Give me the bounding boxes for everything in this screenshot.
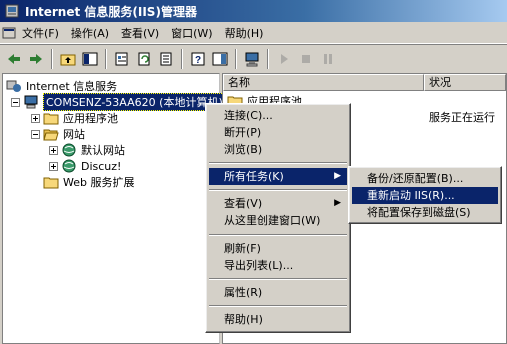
toolbar-separator bbox=[105, 48, 107, 69]
window-title: Internet 信息服务(IIS)管理器 bbox=[25, 4, 197, 19]
menu-item-refresh[interactable]: 刷新(F) bbox=[209, 240, 347, 257]
list-item-status: 服务正在运行 bbox=[429, 111, 495, 124]
pane-icon bbox=[212, 52, 228, 65]
menu-item-help[interactable]: 帮助(H) bbox=[209, 311, 347, 328]
console-tree-icon bbox=[82, 52, 98, 65]
iis-root-icon bbox=[6, 80, 21, 92]
menu-separator bbox=[209, 189, 347, 191]
toolbar-separator bbox=[51, 48, 53, 69]
context-menu: 连接(C)... 断开(P) 浏览(B) 所有任务(K) ▶ 查看(V) ▶ 从… bbox=[205, 103, 351, 333]
toolbar-separator bbox=[267, 48, 269, 69]
start-button[interactable] bbox=[273, 48, 295, 70]
toolbar-separator bbox=[181, 48, 183, 69]
menu-action[interactable]: 操作(A) bbox=[65, 23, 115, 43]
properties-button[interactable] bbox=[111, 48, 133, 70]
toolbar-separator bbox=[235, 48, 237, 69]
tree-default-site[interactable]: 默认网站 bbox=[49, 142, 125, 158]
computer-icon bbox=[245, 52, 259, 66]
properties-icon bbox=[115, 52, 128, 65]
tree-web-ext-label: Web 服务扩展 bbox=[63, 176, 135, 189]
tree-app-pools[interactable]: 应用程序池 bbox=[31, 110, 118, 126]
title-bar: Internet 信息服务(IIS)管理器 bbox=[0, 0, 507, 22]
expand-toggle[interactable] bbox=[49, 161, 58, 171]
menu-file[interactable]: 文件(F) bbox=[16, 23, 65, 43]
mmc-icon[interactable] bbox=[2, 26, 16, 40]
refresh-button[interactable] bbox=[133, 48, 155, 70]
menu-item-backup-restore[interactable]: 备份/还原配置(B)... bbox=[352, 170, 498, 187]
tree-root[interactable]: Internet 信息服务 bbox=[6, 78, 117, 94]
collapse-toggle[interactable] bbox=[11, 97, 20, 107]
menu-item-restart-iis[interactable]: 重新启动 IIS(R)... bbox=[352, 187, 498, 204]
server-icon bbox=[24, 95, 38, 109]
menu-item-connect[interactable]: 连接(C)... bbox=[209, 107, 347, 124]
folder-open-icon bbox=[43, 129, 59, 141]
toolbar: ? bbox=[0, 44, 507, 72]
tree-discuz-label: Discuz! bbox=[81, 159, 122, 173]
expand-toggle[interactable] bbox=[49, 145, 58, 155]
action-pane-button[interactable] bbox=[209, 48, 231, 70]
menu-separator bbox=[209, 234, 347, 236]
menu-item-all-tasks[interactable]: 所有任务(K) ▶ bbox=[209, 168, 347, 185]
menu-bar: 文件(F) 操作(A) 查看(V) 窗口(W) 帮助(H) bbox=[0, 22, 507, 44]
pause-icon bbox=[324, 53, 332, 64]
export-list-button[interactable] bbox=[155, 48, 177, 70]
folder-up-icon bbox=[60, 54, 76, 65]
globe-icon bbox=[62, 159, 76, 173]
tree-websites-label: 网站 bbox=[63, 128, 85, 141]
tree-web-ext[interactable]: Web 服务扩展 bbox=[43, 174, 134, 190]
forward-arrow-icon bbox=[30, 53, 42, 64]
show-tree-button[interactable] bbox=[79, 48, 101, 70]
menu-item-properties[interactable]: 属性(R) bbox=[209, 284, 347, 301]
tree-server[interactable]: COMSENZ-53AA620 (本地计算机) bbox=[11, 93, 226, 111]
menu-separator bbox=[209, 305, 347, 307]
menu-window[interactable]: 窗口(W) bbox=[165, 23, 218, 43]
stop-button[interactable] bbox=[295, 48, 317, 70]
all-tasks-submenu: 备份/还原配置(B)... 重新启动 IIS(R)... 将配置保存到磁盘(S) bbox=[348, 166, 502, 224]
help-button[interactable]: ? bbox=[187, 48, 209, 70]
submenu-arrow-icon: ▶ bbox=[334, 171, 341, 181]
refresh-icon bbox=[138, 52, 150, 65]
computer-button[interactable] bbox=[241, 48, 263, 70]
pause-button[interactable] bbox=[317, 48, 339, 70]
help-icon: ? bbox=[191, 52, 205, 66]
collapse-toggle[interactable] bbox=[31, 129, 40, 139]
menu-item-export-list[interactable]: 导出列表(L)... bbox=[209, 257, 347, 274]
menu-separator bbox=[209, 278, 347, 280]
column-header-name[interactable]: 名称 bbox=[223, 74, 424, 91]
menu-item-view[interactable]: 查看(V) ▶ bbox=[209, 195, 347, 212]
console-tree[interactable]: Internet 信息服务 COMSENZ-53AA620 (本地计算机) 应用… bbox=[2, 73, 226, 344]
column-header-status[interactable]: 状况 bbox=[424, 74, 506, 91]
menu-item-save-config[interactable]: 将配置保存到磁盘(S) bbox=[352, 204, 498, 221]
globe-icon bbox=[62, 143, 76, 157]
iis-app-icon bbox=[5, 4, 19, 18]
menu-item-browse[interactable]: 浏览(B) bbox=[209, 141, 347, 158]
play-icon bbox=[281, 53, 288, 64]
export-list-icon bbox=[160, 52, 172, 65]
tree-default-site-label: 默认网站 bbox=[81, 144, 125, 157]
tree-server-label: COMSENZ-53AA620 (本地计算机) bbox=[43, 93, 226, 111]
menu-separator bbox=[209, 162, 347, 164]
forward-button[interactable] bbox=[25, 48, 47, 70]
tree-root-label: Internet 信息服务 bbox=[26, 80, 118, 93]
stop-icon bbox=[302, 54, 310, 63]
menu-item-new-window[interactable]: 从这里创建窗口(W) bbox=[209, 212, 347, 229]
menu-help[interactable]: 帮助(H) bbox=[219, 23, 270, 43]
back-button[interactable] bbox=[3, 48, 25, 70]
up-level-button[interactable] bbox=[57, 48, 79, 70]
back-arrow-icon bbox=[8, 53, 20, 64]
submenu-arrow-icon: ▶ bbox=[334, 198, 341, 208]
tree-app-pools-label: 应用程序池 bbox=[63, 112, 118, 125]
svg-text:?: ? bbox=[195, 55, 201, 66]
tree-discuz[interactable]: Discuz! bbox=[49, 158, 121, 174]
folder-icon bbox=[43, 113, 59, 125]
menu-view[interactable]: 查看(V) bbox=[115, 23, 165, 43]
tree-websites[interactable]: 网站 bbox=[31, 126, 85, 142]
expand-toggle[interactable] bbox=[31, 113, 40, 123]
menu-item-disconnect[interactable]: 断开(P) bbox=[209, 124, 347, 141]
folder-icon bbox=[43, 177, 59, 189]
